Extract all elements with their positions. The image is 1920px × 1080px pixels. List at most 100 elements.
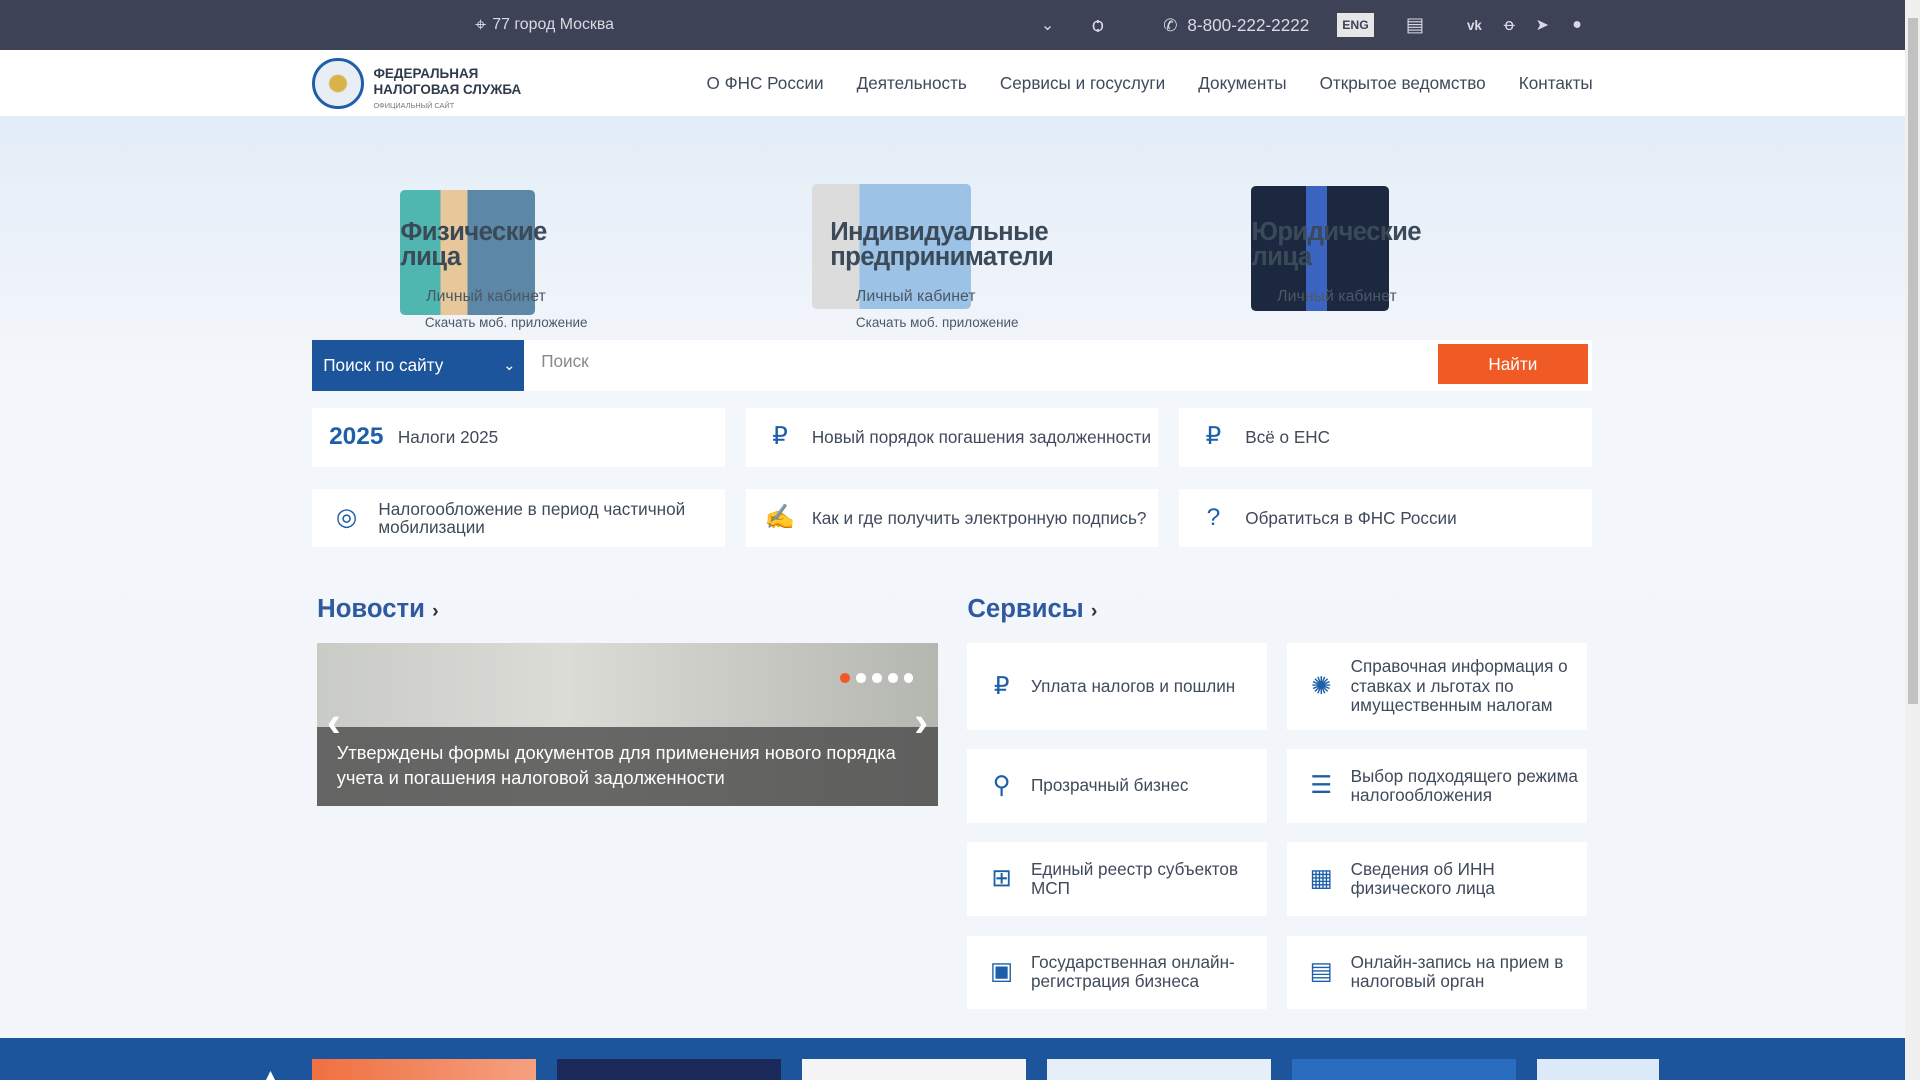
persona-title: Юридические лица (1251, 218, 1421, 271)
tile-label: Как и где получить электронную подпись? (811, 507, 1147, 528)
banner-card[interactable] (1046, 1059, 1272, 1080)
registration-document-icon: ▣ (990, 958, 1014, 986)
nav-about[interactable]: О ФНС России (707, 73, 824, 94)
emblem-icon (312, 57, 364, 109)
chevron-right-icon: › (432, 600, 439, 623)
service-business-registration[interactable]: ▣ Государственная онлайн-регистрация бизн… (967, 935, 1268, 1009)
tile-e-signature[interactable]: ✍ Как и где получить электронную подпись? (745, 488, 1159, 548)
page-scrollbar[interactable] (1905, 0, 1920, 1080)
document-signature-icon: ✍ (764, 503, 796, 531)
slide-dot[interactable] (856, 673, 866, 684)
phone-number: 8-800-222-2222 (1187, 14, 1310, 35)
phone-icon: ✆ (1163, 14, 1178, 35)
logo-subtitle: ОФИЦИАЛЬНЫЙ САЙТ (373, 100, 455, 110)
service-property-tax-info[interactable]: ✺ Справочная информация о ставках и льгот… (1286, 642, 1587, 730)
service-label: Выбор подходящего режима налогообложения (1350, 765, 1578, 806)
region-selector[interactable]: ⌖ 77 город Москва (475, 0, 614, 50)
service-transparent-business[interactable]: ⚲ Прозрачный бизнес (967, 749, 1268, 823)
persona-entrepreneurs[interactable]: Индивидуальные предприниматели Личный каб… (811, 183, 1057, 313)
question-head-icon: ? (1206, 503, 1221, 531)
sliders-icon: ☰ (1310, 772, 1333, 800)
appointment-document-icon: ▤ (1309, 958, 1333, 986)
service-tax-payment[interactable]: ₽ Уплата налогов и пошлин (967, 642, 1268, 730)
services-heading[interactable]: Сервисы › (967, 595, 1097, 624)
nav-documents[interactable]: Документы (1198, 73, 1286, 94)
search-button[interactable]: Найти (1437, 344, 1589, 385)
slide-dot[interactable] (871, 673, 882, 684)
search-scope-select[interactable]: Поиск по сайту ⌄ (312, 340, 525, 391)
feedback-icon[interactable]: ▤ (1406, 0, 1425, 50)
tile-contact-fns[interactable]: ? Обратиться в ФНС России (1179, 488, 1592, 548)
banner-card[interactable] (312, 1059, 537, 1080)
news-heading[interactable]: Новости › (317, 595, 438, 624)
slide-dot[interactable] (887, 673, 898, 684)
banner-card[interactable] (557, 1059, 782, 1080)
news-caption[interactable]: Утверждены формы документов для применен… (317, 727, 938, 806)
next-arrow-icon[interactable]: › (914, 698, 928, 746)
service-tax-regime[interactable]: ☰ Выбор подходящего режима налогообложени… (1286, 749, 1587, 823)
news-slider[interactable]: Утверждены формы документов для применен… (317, 642, 938, 806)
service-label: Справочная информация о ставках и льгота… (1350, 655, 1568, 716)
header: ФЕДЕРАЛЬНАЯ НАЛОГОВАЯ СЛУЖБА ОФИЦИАЛЬНЫЙ С… (0, 50, 1906, 117)
news-title: Новости (317, 595, 425, 624)
tile-debt-order[interactable]: ₽ Новый порядок погашения задолженности (745, 407, 1159, 467)
nav-activity[interactable]: Деятельность (857, 73, 967, 94)
service-label: Прозрачный бизнес (1030, 775, 1189, 796)
service-label: Государственная онлайн-регистрация бизне… (1030, 951, 1235, 992)
service-appointment[interactable]: ▤ Онлайн-запись на прием в налоговый орга… (1286, 935, 1587, 1009)
emblem-icon: ✺ (1310, 672, 1332, 700)
persona-legal-entities[interactable]: Юридические лица Личный кабинет (1251, 184, 1496, 313)
app-download-link[interactable]: Скачать моб. приложение (856, 315, 1019, 330)
service-inn-info[interactable]: ▦ Сведения об ИНН физического лица (1286, 842, 1587, 916)
service-label: Сведения об ИНН физического лица (1350, 858, 1495, 899)
service-msp-registry[interactable]: ⊞ Единый реестр субъектов МСП (967, 842, 1268, 916)
cabinet-link[interactable]: Личный кабинет (856, 288, 976, 306)
ruble-exchange-icon: ₽ (772, 422, 788, 450)
chat-icon[interactable]: ● (1572, 0, 1582, 50)
nav-contacts[interactable]: Контакты (1519, 73, 1593, 94)
emblem-icon: ◎ (335, 503, 358, 531)
chevron-right-icon: › (1090, 600, 1098, 623)
top-bar: ⌖ 77 город Москва ⌄ ѻ ✆ 8-800-222-2222 ENG… (0, 0, 1906, 51)
phone-link[interactable]: ✆ 8-800-222-2222 (1163, 0, 1309, 50)
search-bar: Поиск по сайту ⌄ Найти (312, 340, 1592, 391)
scrollbar-thumb[interactable] (1907, 18, 1918, 705)
persona-title: Физические лица (400, 218, 547, 271)
persona-individuals[interactable]: Физические лица Личный кабинет (400, 184, 645, 315)
cabinet-link[interactable]: Личный кабинет (1277, 288, 1397, 306)
slide-dot[interactable] (840, 673, 850, 684)
banner-card[interactable] (1536, 1059, 1660, 1080)
carousel-prev-icon[interactable]: ▲ (262, 1065, 279, 1080)
nav-services[interactable]: Сервисы и госуслуги (1000, 73, 1165, 94)
fns-logo[interactable]: ФЕДЕРАЛЬНАЯ НАЛОГОВАЯ СЛУЖБА ОФИЦИАЛЬНЫЙ С… (312, 57, 522, 114)
lamp-icon: ⚲ (992, 772, 1011, 800)
main-nav: О ФНС России Деятельность Сервисы и госу… (707, 50, 1593, 116)
cabinet-link[interactable]: Личный кабинет (426, 288, 546, 306)
region-label: 77 город Москва (492, 16, 614, 34)
prev-arrow-icon[interactable]: ‹ (327, 698, 341, 746)
inn-document-icon: ▦ (1309, 865, 1333, 893)
ruble-phone-icon: ₽ (993, 672, 1010, 700)
tile-taxes-2025[interactable]: 2025 Налоги 2025 (312, 407, 725, 467)
nav-open-agency[interactable]: Открытое ведомство (1320, 73, 1486, 94)
telegram-icon[interactable]: ➤ (1536, 0, 1549, 50)
banner-card[interactable] (1291, 1059, 1516, 1080)
banner-card[interactable] (802, 1059, 1027, 1080)
slide-dot[interactable] (903, 673, 914, 684)
logo-line: НАЛОГОВАЯ СЛУЖБА (373, 82, 522, 98)
app-download-link[interactable]: Скачать моб. приложение (425, 315, 588, 330)
service-label: Онлайн-запись на прием в налоговый орган (1350, 951, 1564, 992)
tile-label: Обратиться в ФНС России (1245, 507, 1457, 528)
logo-line: ФЕДЕРАЛЬНАЯ (373, 66, 479, 82)
service-label: Уплата налогов и пошлин (1030, 675, 1236, 696)
persona-title: Индивидуальные предприниматели (830, 218, 1054, 271)
odnoklassniki-icon[interactable]: ꝋ (1504, 0, 1515, 50)
glasses-icon[interactable]: ѻ (1092, 0, 1103, 50)
chevron-down-icon[interactable]: ⌄ (1041, 0, 1054, 50)
vk-icon[interactable]: vk (1467, 0, 1482, 50)
tile-mobilization[interactable]: ◎ Налогообложение в период частичной моби… (312, 488, 725, 548)
lang-button[interactable]: ENG (1337, 13, 1374, 37)
tile-ens[interactable]: ₽ Всё о ЕНС (1179, 407, 1592, 467)
search-input[interactable] (538, 350, 1401, 374)
calendar-2025-icon: 2025 (329, 422, 384, 450)
